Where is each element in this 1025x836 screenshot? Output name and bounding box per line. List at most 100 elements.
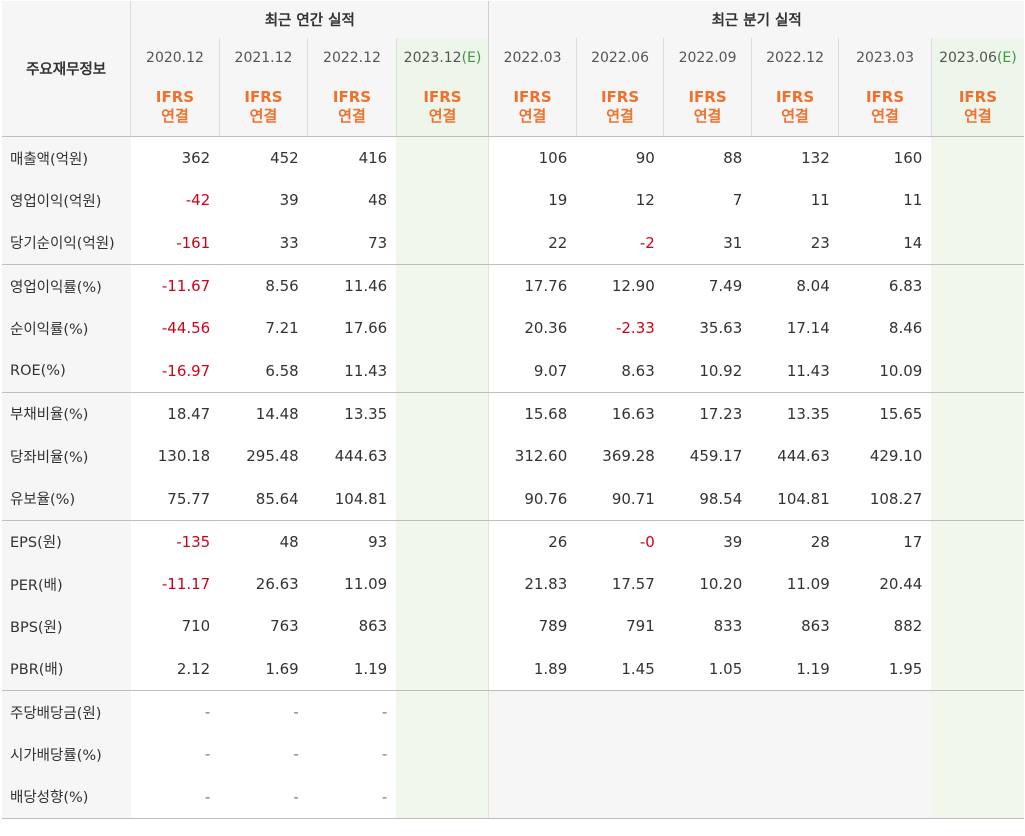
value-cell: 160 xyxy=(893,149,923,168)
value-cell xyxy=(931,775,1024,819)
value-cell: 20.36 xyxy=(488,307,577,350)
ifrs-label: IFRS xyxy=(600,87,640,106)
row-label: 영업이익률(%) xyxy=(2,264,131,308)
table-row: 당좌비율(%) 130.18 295.48 444.63 312.60 369.28 459… xyxy=(2,435,1024,478)
value-cell: 11.09 xyxy=(786,575,830,594)
value-cell: 1.89 xyxy=(488,647,577,691)
value-cell: 710 xyxy=(181,617,211,636)
accounting-standard-quarter-0: IFRS 연결 xyxy=(488,77,577,137)
value-cell: 11.46 xyxy=(344,277,388,296)
value-cell: 459.17 xyxy=(689,447,743,466)
row-label: ROE(%) xyxy=(2,349,131,393)
value-cell: 108.27 xyxy=(838,477,932,521)
ifrs-label: IFRS xyxy=(775,87,815,106)
accounting-standard-quarter-2: IFRS 연결 xyxy=(663,77,752,137)
value-cell xyxy=(396,605,489,648)
value-cell: - xyxy=(204,703,211,721)
period-date-text: 2023.12 xyxy=(403,49,462,66)
consolidated-label: 연결 xyxy=(781,106,809,125)
value-cell: 26 xyxy=(488,520,577,563)
consolidated-label: 연결 xyxy=(606,106,634,125)
value-cell: - xyxy=(204,745,211,764)
value-cell: 8.46 xyxy=(888,319,923,338)
value-cell: 882 xyxy=(893,617,923,636)
period-date-text: 2022.12 xyxy=(766,49,824,66)
value-cell xyxy=(931,435,1024,478)
value-cell xyxy=(576,690,664,734)
period-date-quarter-5: 2023.06(E) xyxy=(930,38,1024,77)
value-cell: 17 xyxy=(903,532,923,551)
ifrs-label: IFRS xyxy=(865,87,905,106)
accounting-standard-annual-3: IFRS 연결 xyxy=(395,77,489,137)
value-cell xyxy=(396,307,489,350)
value-cell xyxy=(396,349,489,393)
value-cell: -2 xyxy=(576,221,664,265)
value-cell xyxy=(396,136,489,180)
value-cell: 10.92 xyxy=(663,349,752,393)
value-cell xyxy=(931,221,1024,265)
value-cell: 90.71 xyxy=(576,477,664,521)
table-row: 배당성향(%) - - - xyxy=(2,775,1024,819)
value-cell: 85.64 xyxy=(219,477,308,521)
value-cell: 362 xyxy=(181,149,211,168)
period-date-text: 2022.03 xyxy=(503,49,562,66)
value-cell xyxy=(663,733,752,776)
table-row: 순이익률(%) -44.56 7.21 17.66 20.36 -2.33 35.63 17.… xyxy=(2,307,1024,350)
period-date-annual-3: 2023.12(E) xyxy=(395,38,489,77)
period-date-text: 2022.12 xyxy=(323,49,381,66)
value-cell xyxy=(931,477,1024,521)
value-cell: 31 xyxy=(663,221,752,265)
value-cell: 444.63 xyxy=(777,447,830,466)
value-cell: 7.21 xyxy=(265,319,299,338)
value-cell xyxy=(931,647,1024,691)
row-label: 당좌비율(%) xyxy=(2,435,131,478)
value-cell: 88 xyxy=(723,149,743,168)
value-cell xyxy=(751,775,839,819)
accounting-standard-quarter-1: IFRS 연결 xyxy=(575,77,664,137)
value-cell: -11.67 xyxy=(161,277,211,296)
value-cell: 791 xyxy=(626,617,655,636)
value-cell xyxy=(396,221,489,265)
value-cell: -161 xyxy=(130,221,220,265)
value-cell: -2.33 xyxy=(615,319,655,338)
value-cell: 789 xyxy=(488,605,577,648)
value-cell: 7.49 xyxy=(708,277,743,296)
value-cell: 48 xyxy=(368,191,388,210)
consolidated-label: 연결 xyxy=(871,106,899,125)
value-cell: 369.28 xyxy=(602,447,655,466)
value-cell xyxy=(931,307,1024,350)
row-label: BPS(원) xyxy=(2,605,131,648)
accounting-standard-annual-2: IFRS 연결 xyxy=(307,77,397,137)
value-cell: 1.19 xyxy=(307,647,397,691)
row-label: 주당배당금(원) xyxy=(2,690,131,734)
value-cell: 1.05 xyxy=(663,647,752,691)
value-cell xyxy=(931,392,1024,436)
value-cell: 295.48 xyxy=(246,447,299,466)
value-cell: 26.63 xyxy=(255,575,299,594)
value-cell: -16.97 xyxy=(130,349,220,393)
table-row: BPS(원) 710 763 863 789 791 833 863 882 xyxy=(2,605,1024,648)
value-cell: 1.69 xyxy=(219,647,308,691)
value-cell xyxy=(396,179,489,222)
value-cell xyxy=(663,775,752,819)
value-cell: 10.09 xyxy=(838,349,932,393)
period-date-quarter-0: 2022.03 xyxy=(488,38,577,77)
value-cell: 90.76 xyxy=(488,477,577,521)
row-label: EPS(원) xyxy=(2,520,131,563)
value-cell: -42 xyxy=(185,191,211,210)
table-row: 영업이익(억원) -42 39 48 19 12 7 11 11 xyxy=(2,179,1024,222)
value-cell xyxy=(751,733,839,776)
value-cell: 130.18 xyxy=(157,447,211,466)
value-cell: - xyxy=(293,703,299,721)
value-cell xyxy=(931,179,1024,222)
value-cell: 23 xyxy=(751,221,839,265)
value-cell xyxy=(931,690,1024,734)
value-cell: 35.63 xyxy=(699,319,743,338)
period-date-text: 2022.06 xyxy=(591,49,649,66)
financial-summary-table: 주요재무정보 최근 연간 실적 최근 분기 실적 2020.12 2021.12 2… xyxy=(2,1,1024,819)
consolidated-label: 연결 xyxy=(964,106,992,125)
table-row: 주당배당금(원) - - - xyxy=(2,690,1024,734)
table-row: PBR(배) 2.12 1.69 1.19 1.89 1.45 1.05 1.19 1.95 xyxy=(2,647,1024,691)
value-cell: - xyxy=(381,703,388,721)
period-date-text: 2020.12 xyxy=(146,49,204,66)
